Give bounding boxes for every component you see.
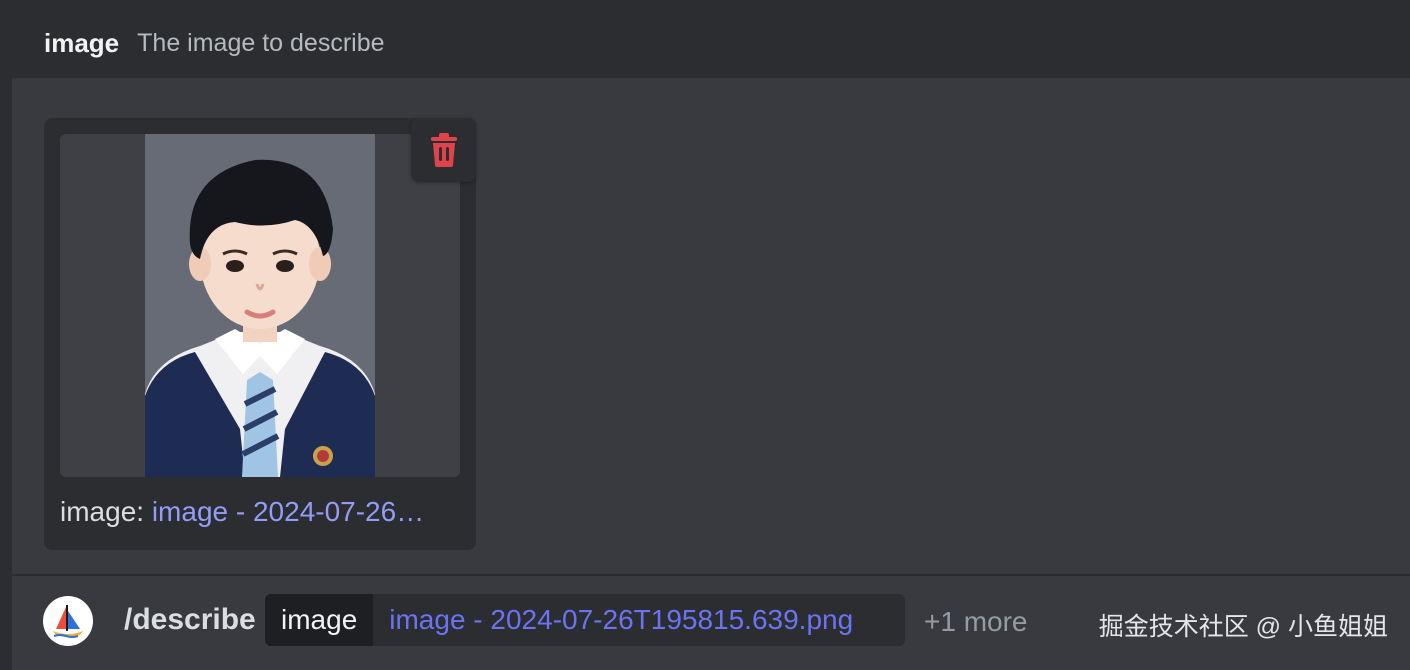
delete-attachment-button[interactable] [411, 118, 476, 182]
watermark-text: 掘金技术社区 @ 小鱼姐姐 [1098, 613, 1388, 641]
attachment-filename: image: image - 2024-07-26… [60, 496, 424, 528]
trash-icon [430, 133, 457, 167]
image-preview[interactable] [60, 134, 460, 477]
command-name: /describe [124, 603, 256, 636]
option-description: The image to describe [137, 28, 385, 57]
option-key: image [265, 594, 374, 646]
midjourney-boat-icon [53, 605, 83, 638]
attachment-card: image: image - 2024-07-26… [44, 118, 476, 550]
command-option-panel: image The image to describe image: image… [12, 8, 1410, 670]
more-options-label[interactable]: +1 more [924, 606, 1028, 638]
option-value-link[interactable]: image - 2024-07-26T195815.639.png [373, 594, 869, 646]
child-portrait-image [145, 134, 375, 477]
attachment-label: image: [60, 496, 145, 527]
bot-avatar[interactable] [43, 596, 93, 646]
attachment-file-link[interactable]: image - 2024-07-26… [152, 496, 424, 527]
command-option-pill[interactable]: image image - 2024-07-26T195815.639.png [265, 594, 905, 646]
option-header: image The image to describe [12, 8, 1410, 78]
divider [12, 574, 1410, 576]
command-input-row: /describe image image - 2024-07-26T19581… [12, 586, 1410, 656]
option-name: image [44, 27, 120, 58]
